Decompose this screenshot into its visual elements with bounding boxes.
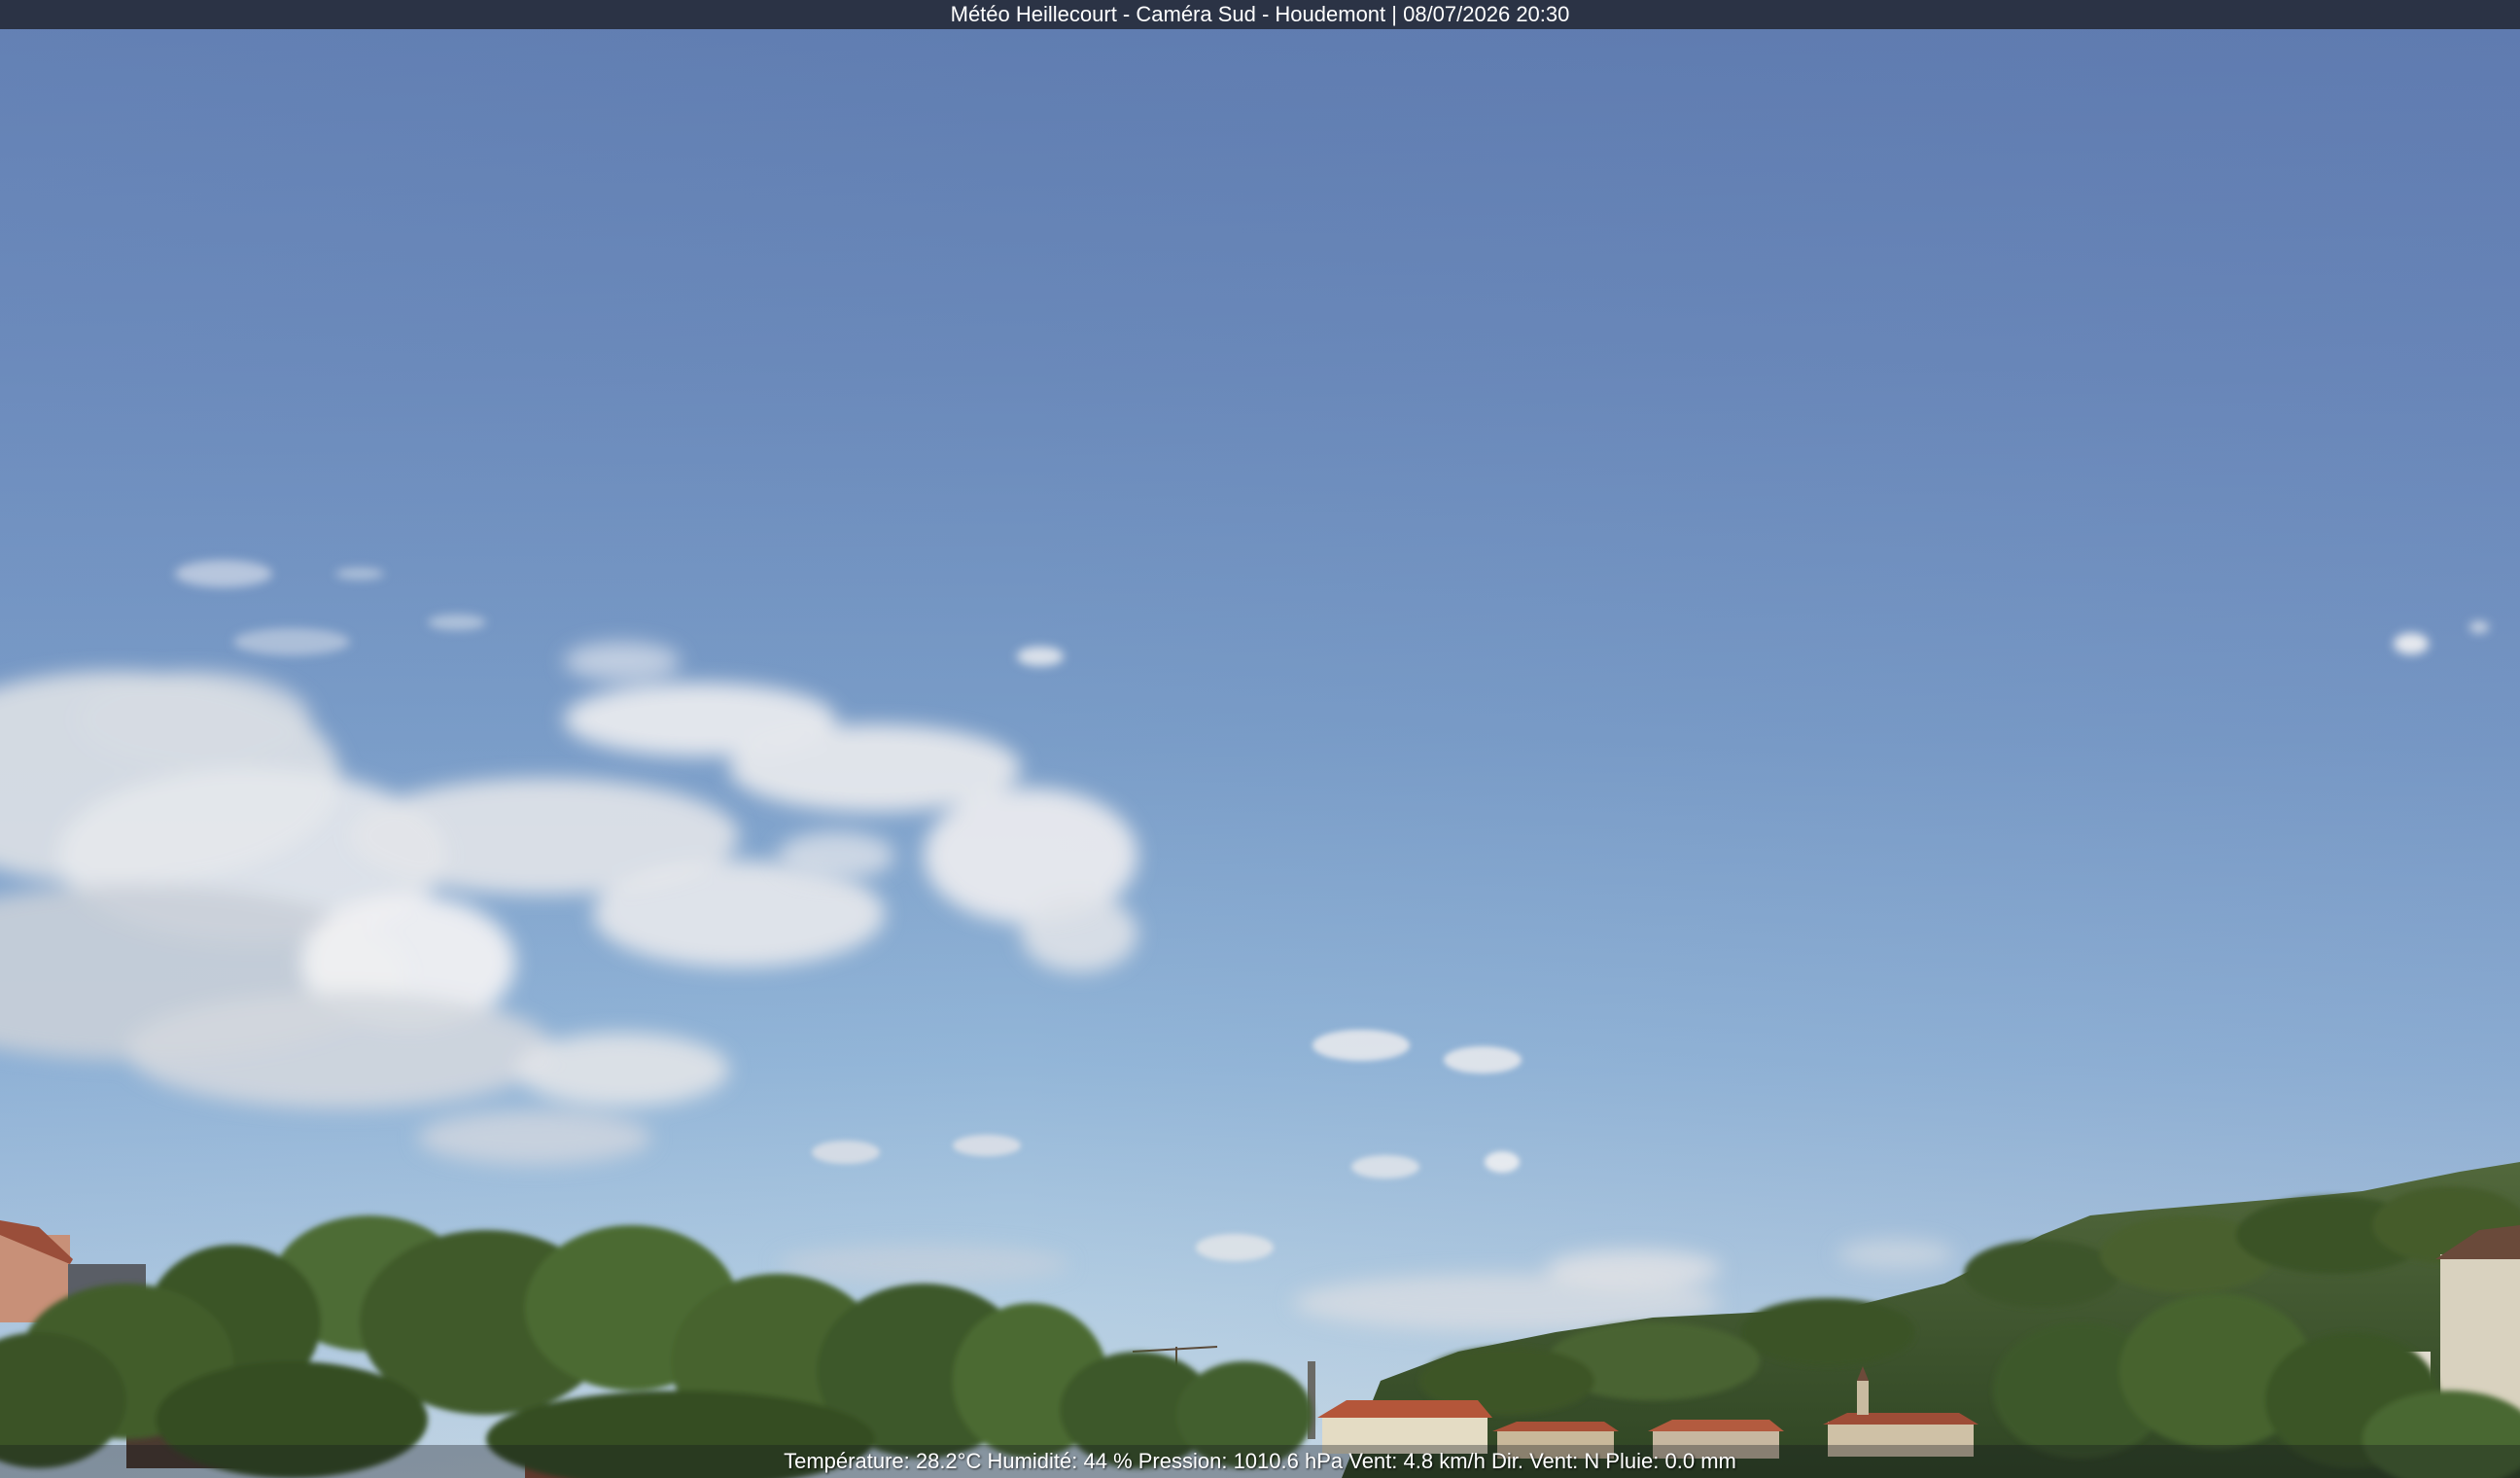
landscape-scene — [0, 560, 2520, 1478]
camera-title: Météo Heillecourt - Caméra Sud - Houdemo… — [950, 2, 1570, 26]
weather-status-bar: Température: 28.2°C Humidité: 44 % Press… — [0, 1445, 2520, 1478]
weather-readout: Température: 28.2°C Humidité: 44 % Press… — [784, 1449, 1736, 1473]
webcam-frame: Météo Heillecourt - Caméra Sud - Houdemo… — [0, 0, 2520, 1478]
cloud-wisps — [175, 560, 2489, 666]
title-bar: Météo Heillecourt - Caméra Sud - Houdemo… — [0, 0, 2520, 29]
cloud-small-scattered — [812, 1030, 1522, 1261]
